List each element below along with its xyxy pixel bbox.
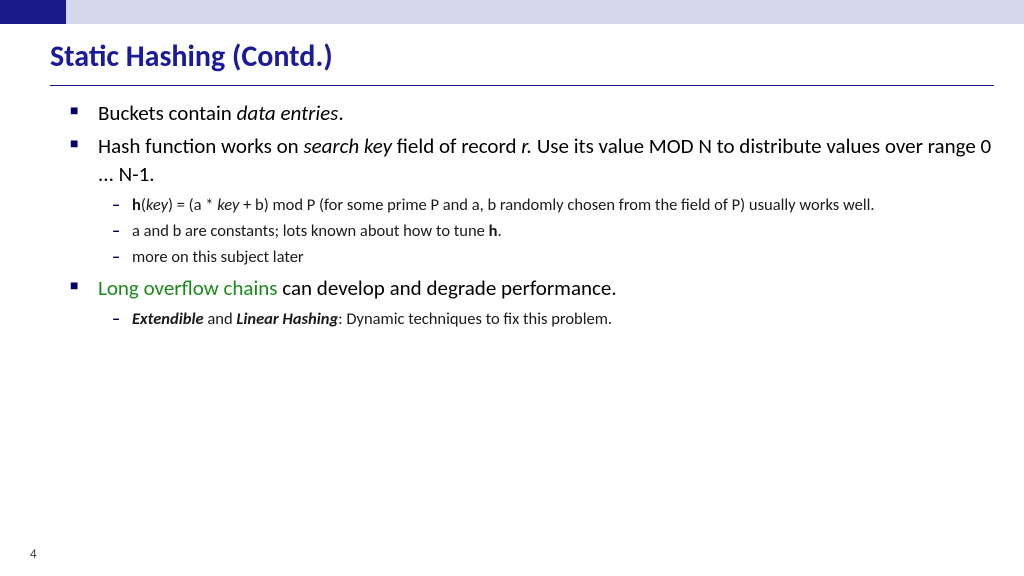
text: can develop and degrade performance. (278, 275, 617, 301)
text: + b) mod P (for some prime P and a, b ra… (239, 195, 874, 215)
text: . (497, 221, 501, 241)
text: Buckets contain (98, 100, 237, 126)
bullet-2: Hash function works on search key field … (50, 133, 994, 268)
text: ) = (a * (168, 195, 217, 215)
bullet-1: Buckets contain data entries. (50, 100, 994, 127)
text: Hash function works on (98, 133, 303, 159)
text: a and b are constants; lots known about … (132, 221, 489, 241)
text-bold: h (132, 195, 141, 215)
subbullet-3-1: Extendible and Linear Hashing: Dynamic t… (98, 308, 994, 330)
text-bolditalic: Linear Hashing (236, 309, 338, 329)
title-underline (50, 85, 994, 86)
text-italic: key (217, 195, 239, 215)
text-bolditalic: Extendible (132, 309, 204, 329)
text-italic: r. (521, 133, 532, 159)
text-italic: data entries (237, 100, 339, 126)
header-bar (0, 0, 1024, 24)
subbullet-2-3: more on this subject later (98, 246, 994, 268)
slide-content: Buckets contain data entries. Hash funct… (0, 96, 1024, 330)
subbullet-2-2: a and b are constants; lots known about … (98, 220, 994, 242)
text: and (204, 309, 237, 329)
text: : Dynamic techniques to fix this problem… (338, 309, 612, 329)
text-highlight: Long overflow chains (98, 275, 278, 301)
bullet-3: Long overflow chains can develop and deg… (50, 275, 994, 331)
text: . (338, 100, 343, 126)
page-number: 4 (30, 547, 37, 562)
text: field of record (392, 133, 521, 159)
slide-title: Static Hashing (Contd.) (0, 24, 1024, 81)
subbullet-2-1: h(key) = (a * key + b) mod P (for some p… (98, 194, 994, 216)
text-italic: search key (303, 133, 392, 159)
header-accent (0, 0, 66, 24)
text: more on this subject later (132, 247, 304, 267)
text-italic: key (146, 195, 168, 215)
